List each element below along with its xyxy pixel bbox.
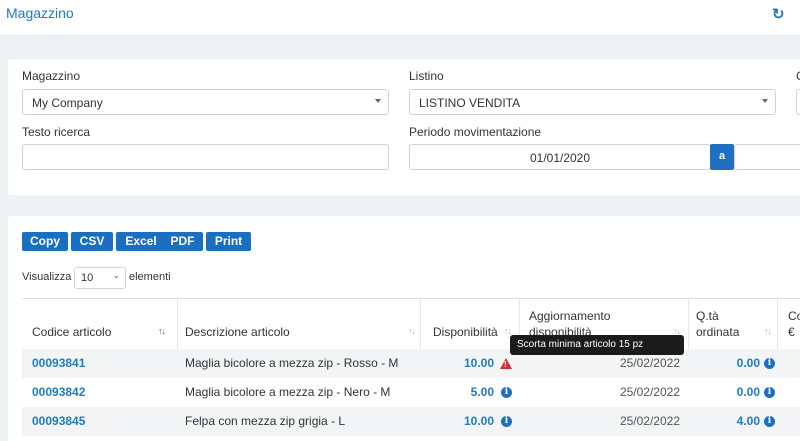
article-description: Maglia bicolore a mezza zip - Nero - M: [185, 385, 391, 399]
chevron-down-icon: ⌄: [112, 270, 120, 280]
article-description: Felpa con mezza zip grigia - L: [185, 414, 346, 428]
magazzino-label: Magazzino: [22, 69, 81, 83]
ordered-qty-value[interactable]: 0.00: [712, 356, 760, 370]
availability-update-date: 25/02/2022: [619, 385, 680, 399]
info-icon[interactable]: i: [764, 387, 775, 398]
page-length-select[interactable]: 10 ⌄: [74, 267, 126, 289]
chevron-down-icon: [762, 99, 768, 103]
print-button[interactable]: Print: [206, 232, 251, 251]
date-range-separator: a: [710, 144, 734, 170]
article-description: Maglia bicolore a mezza zip - Rosso - M: [185, 356, 399, 370]
testo-ricerca-label: Testo ricerca: [22, 125, 91, 139]
sort-icon[interactable]: ↑↓: [504, 326, 512, 336]
table-row: 00093842 Maglia bicolore a mezza zip - N…: [22, 378, 800, 407]
periodo-label: Periodo movimentazione: [409, 125, 542, 139]
length-suffix: elementi: [129, 271, 171, 283]
filters-panel: Magazzino My Company Listino LISTINO VEN…: [8, 59, 800, 195]
col-disponibilita[interactable]: Disponibilità: [433, 325, 498, 340]
info-icon[interactable]: i: [764, 358, 775, 369]
ordered-qty-value[interactable]: 4.00: [712, 414, 760, 428]
column-divider: [777, 299, 778, 350]
page-length-value: 10: [81, 272, 94, 284]
listino-select[interactable]: LISTINO VENDITA: [409, 89, 776, 115]
availability-value[interactable]: 5.00: [442, 385, 494, 399]
pdf-button[interactable]: PDF: [162, 232, 203, 251]
magazzino-select[interactable]: My Company: [22, 89, 389, 115]
col-qta-line1[interactable]: Q.tà: [696, 309, 719, 324]
availability-value[interactable]: 10.00: [442, 356, 494, 370]
info-icon[interactable]: i: [501, 387, 512, 398]
col-qta-line2[interactable]: ordinata: [696, 325, 739, 340]
info-icon[interactable]: i: [764, 416, 775, 427]
sort-icon[interactable]: ↑↓: [408, 326, 416, 336]
article-code-link[interactable]: 00093845: [32, 414, 85, 428]
table-panel: Copy CSV Excel PDF Print Visualizza 10 ⌄…: [8, 216, 800, 441]
col-costo-line2[interactable]: €: [788, 325, 795, 340]
col-descrizione-articolo[interactable]: Descrizione articolo: [185, 325, 290, 340]
col-costo-line1[interactable]: Co: [788, 309, 800, 324]
top-bar: Magazzino ↻: [0, 0, 800, 36]
chevron-down-icon: [375, 99, 381, 103]
table-row: 00093845 Felpa con mezza zip grigia - L …: [22, 407, 800, 436]
article-code-link[interactable]: 00093841: [32, 356, 85, 370]
min-stock-tooltip: Scorta minima articolo 15 pz: [510, 335, 684, 355]
column-divider: [177, 299, 178, 350]
copy-button[interactable]: Copy: [22, 232, 68, 251]
sort-icon[interactable]: ↑↓: [764, 326, 772, 336]
availability-update-date: 25/02/2022: [619, 356, 680, 370]
sort-asc-icon[interactable]: ↑↓: [158, 326, 166, 336]
page-title: Magazzino: [6, 5, 74, 21]
availability-update-date: 25/02/2022: [619, 414, 680, 428]
listino-value: LISTINO VENDITA: [419, 96, 521, 110]
search-input[interactable]: [22, 144, 389, 170]
date-from-input[interactable]: 01/01/2020: [409, 144, 711, 170]
info-icon[interactable]: i: [501, 416, 512, 427]
warning-icon[interactable]: !: [500, 358, 512, 369]
third-filter-select[interactable]: [796, 89, 800, 115]
length-prefix: Visualizza: [22, 271, 72, 283]
col-codice-articolo[interactable]: Codice articolo: [32, 325, 111, 340]
magazzino-value: My Company: [32, 96, 103, 110]
listino-label: Listino: [409, 69, 444, 83]
csv-button[interactable]: CSV: [71, 232, 113, 251]
column-divider: [420, 299, 421, 350]
availability-value[interactable]: 10.00: [442, 414, 494, 428]
col-aggiornamento-line1[interactable]: Aggiornamento: [529, 309, 610, 324]
article-code-link[interactable]: 00093842: [32, 385, 85, 399]
column-divider: [688, 299, 689, 350]
date-to-input[interactable]: [734, 144, 800, 170]
third-filter-label: C: [796, 69, 800, 83]
sync-icon[interactable]: ↻: [772, 5, 785, 23]
excel-button[interactable]: Excel: [116, 232, 166, 251]
ordered-qty-value[interactable]: 0.00: [712, 385, 760, 399]
